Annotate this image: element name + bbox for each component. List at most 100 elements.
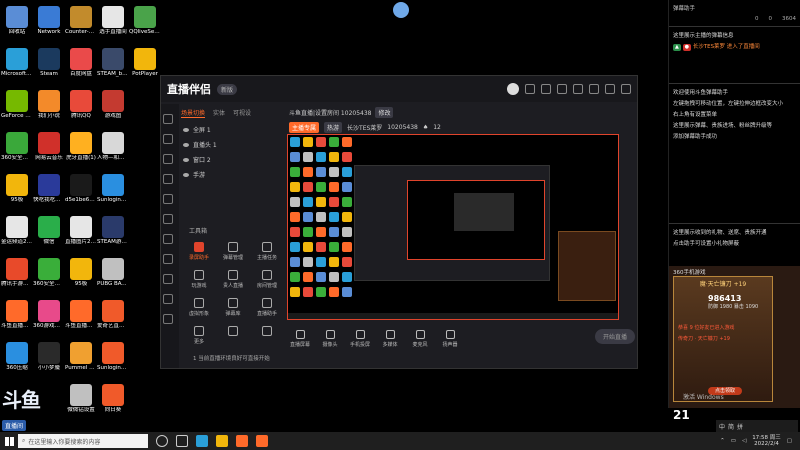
tool-item[interactable] <box>251 326 283 352</box>
desktop-icon[interactable]: 向日葵 <box>98 380 128 422</box>
stream-preview[interactable] <box>287 134 619 320</box>
desktop-icon[interactable]: 网易云音乐 <box>34 128 64 170</box>
window-icon[interactable] <box>163 274 173 284</box>
eye-icon[interactable] <box>183 157 189 162</box>
category-badge[interactable]: 主播专属 <box>289 122 320 133</box>
tab-scene[interactable]: 场景切换 <box>181 108 206 118</box>
add-icon[interactable] <box>163 314 173 324</box>
browser-icon[interactable] <box>163 254 173 264</box>
tag-badge[interactable]: 热游 <box>324 122 343 133</box>
desktop-icon[interactable]: Counter-S Global Off... <box>65 2 97 44</box>
desktop-icon[interactable]: 95极 <box>2 170 32 212</box>
desktop-icon[interactable]: 金运频道2021100... <box>1 212 33 254</box>
desktop-icon[interactable]: 360安全卫士 <box>33 254 65 296</box>
desktop-icon[interactable]: 直播图片2021001... <box>65 212 97 254</box>
source-button[interactable]: 扬声器 <box>437 330 463 348</box>
desktop-icon[interactable]: 游戏图 <box>98 86 128 128</box>
tab-entity[interactable]: 实体 <box>213 108 225 118</box>
desktop-icon[interactable]: STEAM_bo... <box>97 44 129 86</box>
scene-item[interactable]: 全屏 1 <box>179 122 283 137</box>
menu-icon[interactable] <box>573 84 583 94</box>
desktop-icon[interactable]: 微信 <box>34 212 64 254</box>
ime-toolbar[interactable]: 中 简 拼 <box>716 420 798 432</box>
game-ad-card[interactable]: 魔·天亡镰刀 +19 986413 防御 1980 暴击 1090 恭喜 9 位… <box>673 276 773 402</box>
desktop-icon[interactable]: GeForce Experience <box>1 86 33 128</box>
notification-icon[interactable]: ▢ <box>787 438 792 444</box>
home-icon[interactable] <box>163 114 173 124</box>
desktop-icon[interactable]: Steam <box>34 44 64 86</box>
desktop-icon[interactable]: 斗鱼直播伴侣 <box>65 296 97 338</box>
camera-icon[interactable] <box>163 154 173 164</box>
desktop-icon[interactable]: 快吃我吃游戏 <box>33 170 65 212</box>
desktop-icon[interactable]: STEAM游戏管家 <box>97 212 129 254</box>
ime-pinyin[interactable]: 拼 <box>737 422 743 431</box>
ime-mode[interactable]: 中 <box>719 422 725 431</box>
game-ad-panel[interactable]: 360手机游戏 魔·天亡镰刀 +19 986413 防御 1980 暴击 109… <box>669 266 800 408</box>
source-button[interactable]: 直播屏幕 <box>287 330 313 348</box>
desktop-icon[interactable]: SunloginCl... <box>97 338 129 380</box>
network-icon[interactable]: ▭ <box>731 438 736 444</box>
desktop-icon[interactable]: 腾讯QQ <box>66 86 96 128</box>
desktop-icon[interactable]: 微微钻设置 <box>66 380 96 422</box>
source-button[interactable]: 摄像头 <box>317 330 343 348</box>
minimize-icon[interactable] <box>589 84 599 94</box>
close-icon[interactable] <box>621 84 631 94</box>
tool-item[interactable]: 更多 <box>183 326 215 352</box>
maximize-icon[interactable] <box>605 84 615 94</box>
desktop-icon[interactable]: Pummel Party <box>65 338 97 380</box>
tool-item[interactable]: 弹幕库 <box>217 298 249 324</box>
scene-item[interactable]: 窗口 2 <box>179 152 283 167</box>
media-icon[interactable] <box>163 214 173 224</box>
desktop-icon[interactable]: 腾讯手游助手 <box>1 254 33 296</box>
file-explorer-icon[interactable] <box>216 435 228 447</box>
desktop-icon[interactable]: QQliveSet... <box>129 2 161 44</box>
start-button[interactable] <box>0 432 18 450</box>
game-icon[interactable] <box>163 234 173 244</box>
mobile-icon[interactable] <box>163 294 173 304</box>
desktop-icon[interactable]: PotPlayer <box>130 44 160 86</box>
tool-item[interactable]: 直播助手 <box>251 298 283 324</box>
desktop-icon[interactable]: 360安全浏览器 <box>1 128 33 170</box>
user-avatar[interactable] <box>507 83 519 95</box>
volume-icon[interactable]: ◁ <box>742 438 746 444</box>
desktop-icon[interactable]: 爱奇艺直播伴侣 <box>97 296 129 338</box>
desktop-icon[interactable]: 我们小说 <box>34 86 64 128</box>
search-input[interactable]: ⌕ 在这里输入你要搜索的内容 <box>18 434 148 448</box>
tool-item[interactable]: 录屏助手 <box>183 242 215 268</box>
image-icon[interactable] <box>163 174 173 184</box>
eye-icon[interactable] <box>183 127 189 132</box>
desktop-icon[interactable]: 虎牙直播(1) <box>66 128 96 170</box>
desktop-icon[interactable]: 回收站 <box>2 2 32 44</box>
edit-badge[interactable]: 修改 <box>375 107 394 118</box>
desktop-icon[interactable]: 百度网盘 <box>66 44 96 86</box>
settings-icon[interactable] <box>525 84 535 94</box>
scene-icon[interactable] <box>163 134 173 144</box>
task-view-icon[interactable] <box>176 435 188 447</box>
edge-icon[interactable] <box>196 435 208 447</box>
desktop-icon[interactable]: 95极 <box>66 254 96 296</box>
source-button[interactable]: 多媒体 <box>377 330 403 348</box>
scene-item[interactable]: 手游 <box>179 167 283 182</box>
tab-visual[interactable]: 可视设 <box>233 108 251 118</box>
tool-item[interactable] <box>217 326 249 352</box>
desktop-icon[interactable]: Microsoft Edge <box>1 44 33 86</box>
desktop-icon[interactable]: Network <box>34 2 64 44</box>
desktop-icon[interactable]: 选手直播间 <box>98 2 128 44</box>
desktop-icon[interactable]: 斗鱼直播伴侣 <box>1 296 33 338</box>
desktop-icon[interactable]: 人物—和滑雪Human Fe... <box>97 128 129 170</box>
cortana-icon[interactable] <box>156 435 168 447</box>
skin-icon[interactable] <box>541 84 551 94</box>
tool-item[interactable]: 弹幕管理 <box>217 242 249 268</box>
tool-item[interactable]: 房间管理 <box>251 270 283 296</box>
start-stream-button[interactable]: 开始直播 <box>594 329 635 344</box>
chevron-up-icon[interactable]: ⌃ <box>720 438 725 444</box>
ime-simplified[interactable]: 简 <box>728 422 734 431</box>
desktop-icon[interactable]: PUBG BATTLEGR... <box>97 254 129 296</box>
douyu-app-icon[interactable] <box>236 435 248 447</box>
scene-item[interactable]: 直播头 1 <box>179 137 283 152</box>
tool-item[interactable]: 玩游戏 <box>183 270 215 296</box>
eye-icon[interactable] <box>183 172 189 177</box>
tool-item[interactable]: 贵人直播 <box>217 270 249 296</box>
desktop-icon[interactable]: SunloginCl... <box>97 170 129 212</box>
douyu-companion-icon[interactable] <box>256 435 268 447</box>
